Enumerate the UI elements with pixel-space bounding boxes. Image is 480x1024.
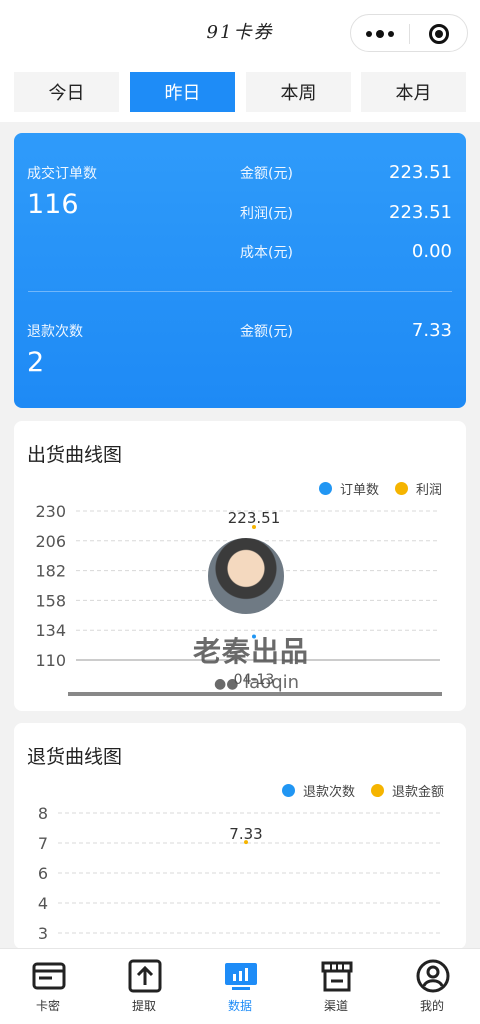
date-range-tabs: 今日 昨日 本周 本月 <box>0 62 480 122</box>
tab-this-month[interactable]: 本月 <box>361 72 466 112</box>
y-tick-label: 158 <box>35 591 66 610</box>
tab-yesterday[interactable]: 昨日 <box>130 72 235 112</box>
tab-this-week[interactable]: 本周 <box>246 72 351 112</box>
shipment-chart-card: 出货曲线图 订单数 利润 230 206 182 158 134 110 04-13 223.… <box>14 421 466 711</box>
tabbar-label-data: 数据 <box>227 999 252 1013</box>
more-dot-icon <box>376 30 384 38</box>
capsule-divider <box>409 24 410 44</box>
refund-amount-label: 金额(元) <box>240 324 293 340</box>
mini-program-capsule <box>350 14 468 52</box>
refund-line-chart: 8 7 6 4 3 7.33 <box>38 804 440 943</box>
cost-value: 0.00 <box>411 241 452 262</box>
orders-value: 116 <box>27 189 79 220</box>
tabbar-item-extract[interactable]: 提取 <box>96 949 192 1024</box>
card-icon <box>32 962 66 990</box>
more-dot-icon <box>388 31 394 37</box>
refund-count-label: 退款次数 <box>27 324 83 340</box>
y-tick-label: 7 <box>38 834 48 853</box>
tabbar-item-data[interactable]: 数据 <box>192 949 288 1024</box>
nav-bar: 91卡券 <box>0 0 480 62</box>
bottom-tab-bar: 卡密 提取 数据 渠道 我的 <box>0 948 480 1024</box>
amount-label: 金额(元) <box>240 166 293 182</box>
tabbar-item-cards[interactable]: 卡密 <box>0 949 96 1024</box>
profit-label: 利润(元) <box>240 206 293 222</box>
upload-icon <box>128 959 162 993</box>
close-mini-program-button[interactable] <box>429 24 449 44</box>
tabbar-label-channel: 渠道 <box>323 999 348 1013</box>
tabbar-label-extract: 提取 <box>131 999 156 1013</box>
cost-label: 成本(元) <box>240 245 293 261</box>
tabbar-label-cards: 卡密 <box>35 999 60 1013</box>
y-tick-label: 182 <box>35 562 66 581</box>
data-point-orders <box>252 634 256 639</box>
summary-divider <box>28 291 452 292</box>
tabbar-item-channel[interactable]: 渠道 <box>288 949 384 1024</box>
refund-chart-card: 退货曲线图 退款次数 退款金额 8 7 6 4 3 7.33 <box>14 723 466 949</box>
tabbar-item-mine[interactable]: 我的 <box>384 949 480 1024</box>
data-label-profit: 223.51 <box>228 509 281 527</box>
orders-label: 成交订单数 <box>27 166 97 182</box>
x-axis-line <box>68 692 442 696</box>
more-options-button[interactable] <box>351 15 409 53</box>
y-tick-label: 3 <box>38 924 48 943</box>
y-tick-label: 110 <box>35 651 66 670</box>
y-tick-label: 8 <box>38 804 48 823</box>
tabbar-label-mine: 我的 <box>419 999 444 1013</box>
y-tick-label: 206 <box>35 532 66 551</box>
x-tick-label: 04-13 <box>234 672 275 688</box>
y-tick-label: 230 <box>35 502 66 521</box>
shipment-line-chart: 230 206 182 158 134 110 04-13 223.51 <box>35 502 442 696</box>
refund-amount-value: 7.33 <box>411 320 452 341</box>
chart-monitor-icon <box>225 963 257 990</box>
more-dot-icon <box>366 31 372 37</box>
data-label-refund-amount: 7.33 <box>229 825 262 843</box>
y-tick-label: 134 <box>35 621 66 640</box>
profit-value: 223.51 <box>389 202 452 223</box>
y-tick-label: 6 <box>38 864 48 883</box>
store-icon <box>321 961 353 992</box>
refund-count-value: 2 <box>27 347 45 378</box>
user-icon <box>416 959 450 993</box>
summary-card: 成交订单数 116 金额(元) 223.51 利润(元) 223.51 成本(元… <box>14 133 466 408</box>
amount-value: 223.51 <box>389 162 452 183</box>
tab-today[interactable]: 今日 <box>14 72 119 112</box>
y-tick-label: 4 <box>38 894 48 913</box>
